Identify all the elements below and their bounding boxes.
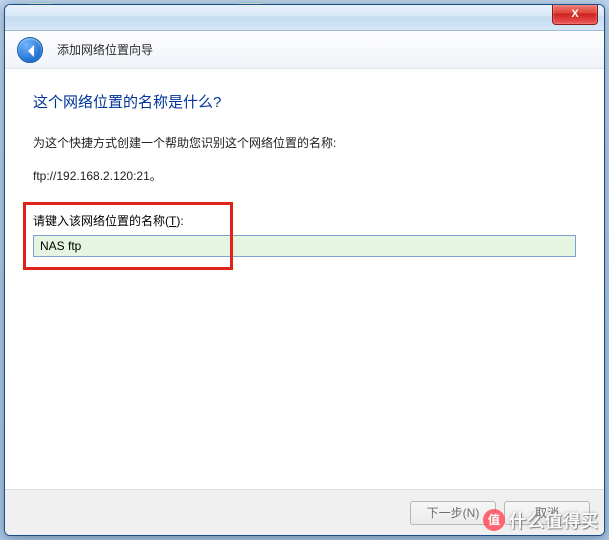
titlebar: X	[5, 5, 604, 31]
page-heading: 这个网络位置的名称是什么?	[33, 91, 576, 112]
network-url-text: ftp://192.168.2.120:21。	[33, 167, 576, 184]
wizard-content: 这个网络位置的名称是什么? 为这个快捷方式创建一个帮助您识别这个网络位置的名称:…	[5, 69, 604, 489]
close-button[interactable]: X	[552, 5, 598, 25]
wizard-header: 添加网络位置向导	[5, 31, 604, 69]
cancel-button[interactable]: 取消	[504, 501, 590, 525]
name-field-label: 请键入该网络位置的名称(T):	[33, 212, 576, 229]
next-button[interactable]: 下一步(N)	[410, 501, 496, 525]
wizard-footer: 下一步(N) 取消	[5, 489, 604, 535]
wizard-title: 添加网络位置向导	[57, 41, 153, 58]
back-button[interactable]	[17, 37, 43, 63]
wizard-window: X 添加网络位置向导 这个网络位置的名称是什么? 为这个快捷方式创建一个帮助您识…	[4, 4, 605, 536]
page-description: 为这个快捷方式创建一个帮助您识别这个网络位置的名称:	[33, 134, 576, 151]
name-form-area: 请键入该网络位置的名称(T):	[33, 212, 576, 257]
label-pre: 请键入该网络位置的名称(	[33, 214, 169, 228]
label-post: ):	[176, 214, 183, 228]
location-name-input[interactable]	[33, 235, 576, 257]
